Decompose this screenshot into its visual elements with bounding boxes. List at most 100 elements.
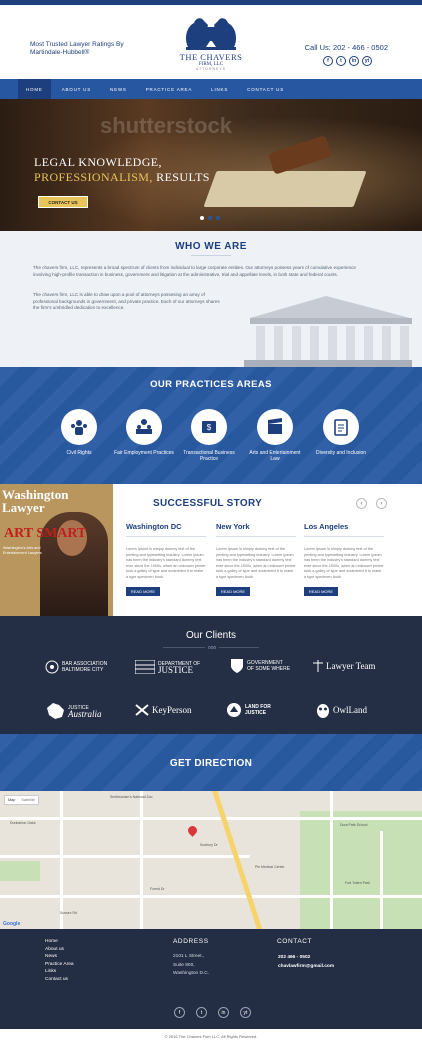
hero-line1: LEGAL KNOWLEDGE, [34,155,162,169]
who-paragraph-2: The chavers firm, LLC is able to draw up… [33,292,220,311]
client-sub: BALTIMORE CITY [62,667,104,673]
logo-small: ATTORNEYS [195,67,227,71]
nav-home[interactable]: HOME [18,79,51,99]
client-name: Lawyer Team [326,661,376,671]
call-us[interactable]: Call Us: 202 - 466 - 0502 [305,43,388,52]
address: 2101 L Street., Suite 800, Washington D.… [173,953,209,979]
twitter-icon[interactable]: t [196,1007,207,1018]
practices-title: OUR PRACTICES AREAS [150,379,272,390]
svg-text:$: $ [207,423,212,432]
map-label: Dunbarton Oaks [10,821,36,825]
business-icon: $ [202,421,216,433]
flag-icon [135,660,155,674]
book-image [203,171,367,207]
australia-map-icon [47,703,64,719]
footer-link-links[interactable]: Links [45,968,74,976]
practice-label: Civil Rights [66,450,92,456]
read-more-button[interactable]: READ MORE [126,586,160,596]
tagline: Most Trusted Lawyer Ratings By Martindal… [30,41,124,56]
hero-banner: shutterstock LEGAL KNOWLEDGE, PROFESSION… [0,99,422,231]
story-text: Lorem Ipsum is simply dummy text of the … [126,547,206,579]
firm-logo[interactable]: THE CHAVERS FIRM, LLC ATTORNEYS [171,13,251,71]
lions-crest-icon [186,18,236,50]
diversity-icon [334,419,348,436]
youtube-icon[interactable]: yt [240,1007,251,1018]
story-text: Lorem Ipsum is simply dummy text of the … [216,547,296,579]
map-button[interactable]: Map [5,796,18,804]
google-map[interactable]: Map Satellite Smithsonian's National Zoo… [0,791,422,929]
client-logo-keyperson[interactable]: KeyPerson [135,704,192,716]
practice-business[interactable]: $ Transactional Business Practice [179,409,239,462]
our-clients: Our Clients ooo BAR ASSOCIATION BALTIMORE… [0,616,422,734]
client-logo-government[interactable]: GOVERNMENT OF SOME WHERE [230,658,290,674]
footer-link-contact[interactable]: Contact us [45,976,74,984]
client-logo-justice-australia[interactable]: JUSTICE Australia [45,702,102,720]
key-icon [135,704,149,716]
practice-employment[interactable]: Fair Employment Practices [114,409,174,456]
slider-dot[interactable] [200,216,204,220]
map-pin-icon[interactable] [186,824,199,837]
magazine-art: ART SMART [4,526,87,541]
nav-practice-area[interactable]: PRACTICE AREA [146,79,211,99]
linkedin-icon[interactable]: in [349,56,359,66]
read-more-button[interactable]: READ MORE [304,586,338,596]
practice-label: Fair Employment Practices [114,450,174,456]
footer-email[interactable]: chavlawfirm@gmail.com [278,962,334,971]
practice-diversity[interactable]: Diversity and Inclusion [311,409,371,456]
story-new-york: New York Lorem Ipsum is simply dummy tex… [216,522,296,596]
story-city: Washington DC [126,522,182,531]
footer-link-practice[interactable]: Practice Area [45,961,74,969]
site-header: Most Trusted Lawyer Ratings By Martindal… [0,5,422,79]
footer-link-news[interactable]: News [45,953,74,961]
facebook-icon[interactable]: f [323,56,333,66]
map-type-control[interactable]: Map Satellite [4,795,39,805]
story-city: New York [216,522,250,531]
map-label: Forest Dr [150,887,165,891]
story-text: Lorem Ipsum is simply dummy text of the … [304,547,384,579]
story-los-angeles: Los Angeles Lorem Ipsum is simply dummy … [304,522,384,596]
nav-about[interactable]: ABOUT US [62,79,110,99]
magazine-caption: Washington's Arts and Entertainment Lawy… [3,546,42,555]
practice-civil-rights[interactable]: Civil Rights [49,409,109,456]
slider-dot[interactable] [216,216,220,220]
linkedin-icon[interactable]: in [218,1007,229,1018]
map-label: Smithsonian's National Zoo [110,795,153,799]
contact-title: CONTACT [277,938,313,945]
practice-entertainment[interactable]: Arts and Entertainment Law [245,409,305,462]
hero-heading: LEGAL KNOWLEDGE, PROFESSIONALISM, RESULT… [34,155,210,185]
footer-phone[interactable]: 202 466 - 0502 [278,953,334,962]
footer-links: Home About us News Practice Area Links C… [45,938,74,984]
address-line: Washington D.C. [173,971,210,977]
entertainment-icon [268,418,282,434]
magazine-title: Washington Lawyer [2,487,69,515]
slider-dot-active[interactable] [208,216,212,220]
contact-us-button[interactable]: CONTACT US [38,196,88,208]
client-logo-lawyer-team[interactable]: Lawyer Team [313,660,375,672]
who-paragraph-1: The chavers firm, LLC, represents a broa… [33,265,356,277]
owl-icon [317,704,329,718]
client-sub: OF SOME WHERE [247,666,291,672]
satellite-button[interactable]: Satellite [18,796,38,804]
shield-icon [231,659,243,673]
twitter-icon[interactable]: t [336,56,346,66]
practice-label: Transactional Business Practice [183,450,235,462]
prev-arrow-icon[interactable]: ‹ [356,498,367,509]
client-logo-owlland[interactable]: OwlLand [316,702,367,718]
nav-links[interactable]: LINKS [211,79,247,99]
client-logo-bar-association[interactable]: BAR ASSOCIATION BALTIMORE CITY [45,660,107,674]
successful-story: Washington Lawyer ART SMART Washington's… [0,484,422,616]
courthouse-image [244,296,412,367]
nav-contact[interactable]: CONTACT US [247,79,303,99]
header-social: f t in yt [323,56,372,66]
footer-link-about[interactable]: About us [45,946,74,954]
client-logo-justice[interactable]: DEPARTMENT OF JUSTICE [135,660,200,675]
nav-news[interactable]: NEWS [110,79,146,99]
logo-title: THE CHAVERS [179,52,243,62]
youtube-icon[interactable]: yt [362,56,372,66]
next-arrow-icon[interactable]: › [376,498,387,509]
footer-link-home[interactable]: Home [45,938,74,946]
client-logo-land-for-justice[interactable]: LAND FOR JUSTICE [226,702,271,718]
facebook-icon[interactable]: f [174,1007,185,1018]
direction-title: GET DIRECTION [169,758,253,769]
read-more-button[interactable]: READ MORE [216,586,250,596]
